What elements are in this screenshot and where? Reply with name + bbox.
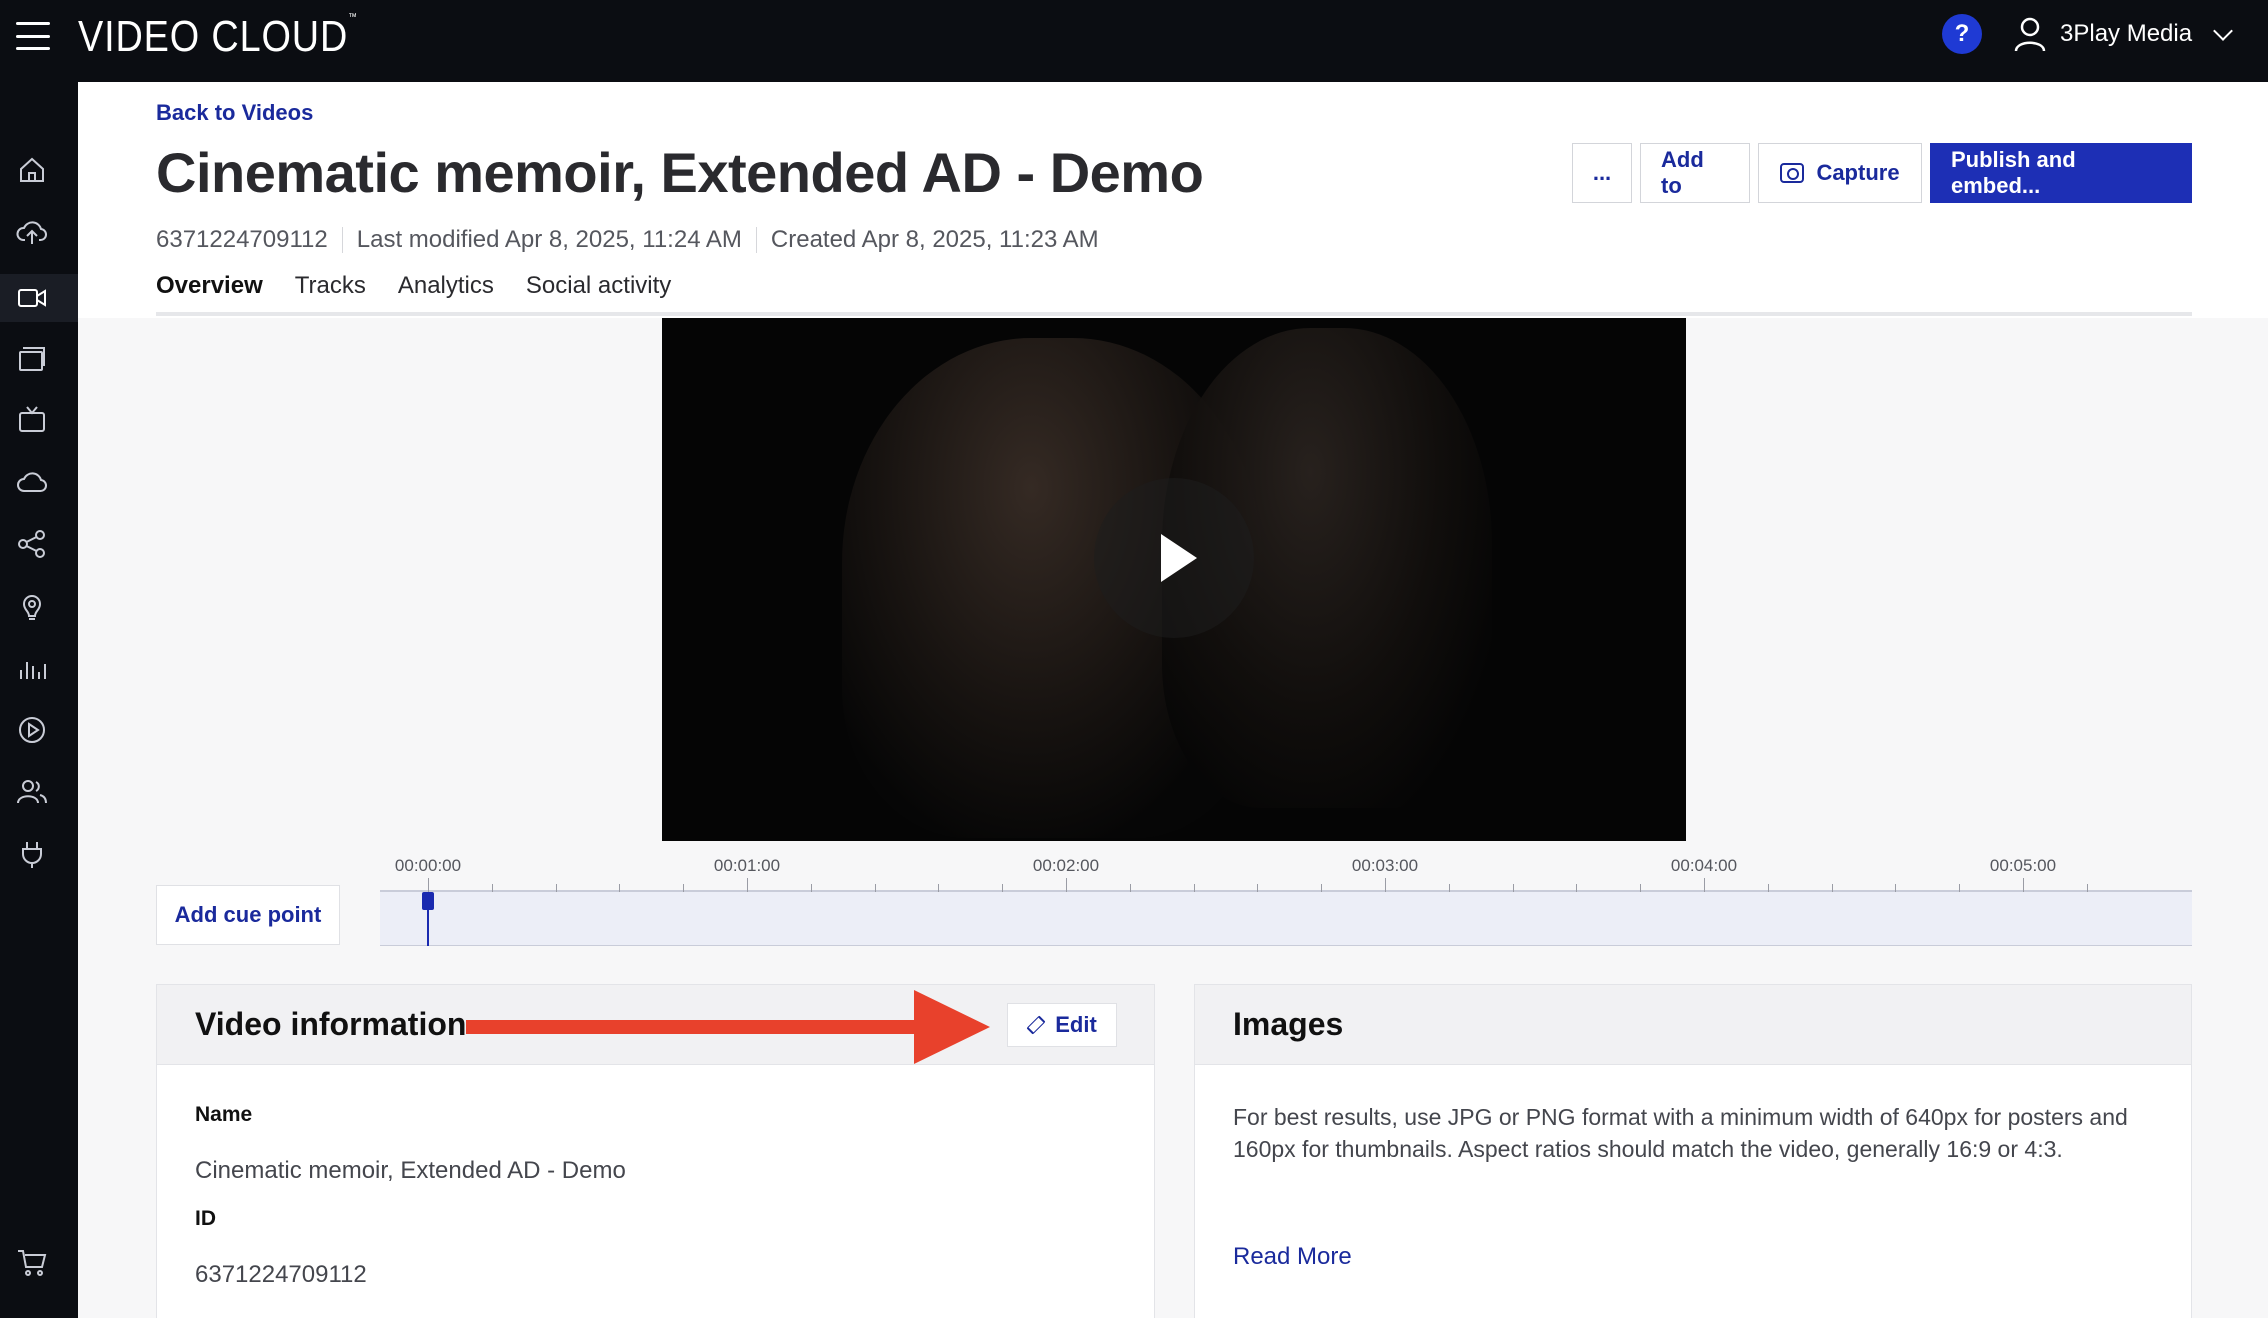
capture-button[interactable]: Capture (1758, 143, 1922, 203)
cart-icon[interactable] (14, 1244, 50, 1280)
timeline-major-tick (747, 878, 748, 892)
timeline-minor-tick (1895, 884, 1896, 892)
page-title: Cinematic memoir, Extended AD - Demo (156, 141, 1204, 204)
meta-divider (755, 227, 757, 253)
timeline-major-tick (1385, 878, 1386, 892)
audience-icon[interactable] (14, 588, 50, 624)
sidebar (0, 82, 78, 1318)
annotation-arrow-shaft (466, 1020, 926, 1034)
cloud-icon[interactable] (14, 464, 50, 500)
back-to-videos-link[interactable]: Back to Videos (156, 100, 313, 126)
images-heading: Images (1233, 1006, 1344, 1042)
video-meta: 6371224709112 Last modified Apr 8, 2025,… (156, 226, 1099, 254)
name-label: Name (195, 1103, 253, 1126)
images-description: For best results, use JPG or PNG format … (1233, 1104, 2128, 1162)
name-value: Cinematic memoir, Extended AD - Demo (195, 1157, 626, 1184)
timeline-minor-tick (1768, 884, 1769, 892)
timeline-tick-label: 00:01:00 (713, 856, 781, 875)
timeline-tick-label: 00:02:00 (1032, 856, 1100, 875)
timeline-major-tick (1066, 878, 1067, 892)
play-circle-icon[interactable] (14, 712, 50, 748)
tab-overview[interactable]: Overview (156, 272, 263, 316)
timeline-minor-tick (1576, 884, 1577, 892)
video-player[interactable] (662, 318, 1686, 841)
plugin-icon[interactable] (14, 836, 50, 872)
publish-and-embed-button[interactable]: Publish and embed... (1930, 143, 2192, 203)
camera-icon (1780, 163, 1805, 183)
timeline-minor-tick (683, 884, 684, 892)
annotation-arrow-icon (914, 990, 990, 1064)
tv-icon[interactable] (14, 402, 50, 438)
tab-social-activity[interactable]: Social activity (526, 272, 671, 316)
timeline-minor-tick (1513, 884, 1514, 892)
timeline-minor-tick (2087, 884, 2088, 892)
tab-analytics[interactable]: Analytics (398, 272, 494, 316)
add-to-button[interactable]: Add to (1640, 143, 1750, 203)
timeline-minor-tick (1959, 884, 1960, 892)
add-cue-point-button[interactable]: Add cue point (156, 885, 340, 945)
timeline-minor-tick (1640, 884, 1641, 892)
upload-icon[interactable] (14, 214, 50, 250)
images-card: Images For best results, use JPG or PNG … (1194, 984, 2192, 1318)
created-date: Created Apr 8, 2025, 11:23 AM (770, 226, 1099, 253)
timeline-minor-tick (1832, 884, 1833, 892)
playhead-line (427, 908, 429, 946)
more-actions-button[interactable]: ... (1572, 143, 1632, 203)
home-icon[interactable] (14, 152, 50, 188)
playlist-icon[interactable] (14, 340, 50, 376)
meta-divider (341, 227, 343, 253)
timeline-major-tick (2023, 878, 2024, 892)
top-bar: VIDEO CLOUD™ ? 3Play Media (0, 0, 2268, 82)
timeline-major-tick (428, 878, 429, 892)
analytics-icon[interactable] (14, 650, 50, 686)
timeline-minor-tick (1130, 884, 1131, 892)
help-button[interactable]: ? (1942, 14, 1982, 54)
video-information-card: Video information Edit Name Cinematic me… (156, 984, 1155, 1318)
user-name: 3Play Media (2060, 20, 2193, 47)
tab-tracks[interactable]: Tracks (295, 272, 366, 316)
play-icon (1161, 534, 1197, 582)
user-icon (2014, 17, 2046, 52)
last-modified: Last modified Apr 8, 2025, 11:24 AM (356, 226, 742, 253)
timeline-minor-tick (619, 884, 620, 892)
timeline-tick-label: 00:04:00 (1670, 856, 1738, 875)
timeline-minor-tick (875, 884, 876, 892)
timeline-minor-tick (938, 884, 939, 892)
video-camera-icon[interactable] (14, 280, 50, 316)
id-label: ID (195, 1207, 216, 1230)
user-menu[interactable]: 3Play Media (2014, 14, 2233, 54)
timeline-minor-tick (1002, 884, 1003, 892)
timeline-minor-tick (1257, 884, 1258, 892)
images-header: Images (1195, 985, 2191, 1065)
users-icon[interactable] (14, 774, 50, 810)
brand-logo[interactable]: VIDEO CLOUD™ (78, 12, 358, 62)
id-value: 6371224709112 (195, 1261, 367, 1288)
header-actions: ... Add to Capture Publish and embed... (1572, 143, 2192, 203)
timeline-tick-label: 00:05:00 (1989, 856, 2057, 875)
timeline-minor-tick (1194, 884, 1195, 892)
timeline-major-tick (1704, 878, 1705, 892)
timeline-minor-tick (556, 884, 557, 892)
hamburger-menu-icon[interactable] (16, 22, 50, 50)
timeline-minor-tick (1449, 884, 1450, 892)
chevron-down-icon (2213, 21, 2233, 41)
timeline-tick-label: 00:03:00 (1351, 856, 1419, 875)
tab-bar: Overview Tracks Analytics Social activit… (156, 272, 671, 316)
edit-button[interactable]: Edit (1007, 1003, 1117, 1047)
read-more-link[interactable]: Read More (1233, 1243, 1352, 1271)
pencil-icon (1026, 1015, 1046, 1035)
video-information-heading: Video information (195, 1006, 467, 1042)
timeline-minor-tick (1321, 884, 1322, 892)
cue-point-timeline[interactable] (380, 890, 2192, 946)
timeline-minor-tick (492, 884, 493, 892)
timeline-tick-label: 00:00:00 (394, 856, 462, 875)
play-button[interactable] (1094, 478, 1254, 638)
video-id: 6371224709112 (156, 226, 328, 253)
tabs-divider (156, 312, 2192, 316)
timeline-minor-tick (811, 884, 812, 892)
share-icon[interactable] (14, 526, 50, 562)
